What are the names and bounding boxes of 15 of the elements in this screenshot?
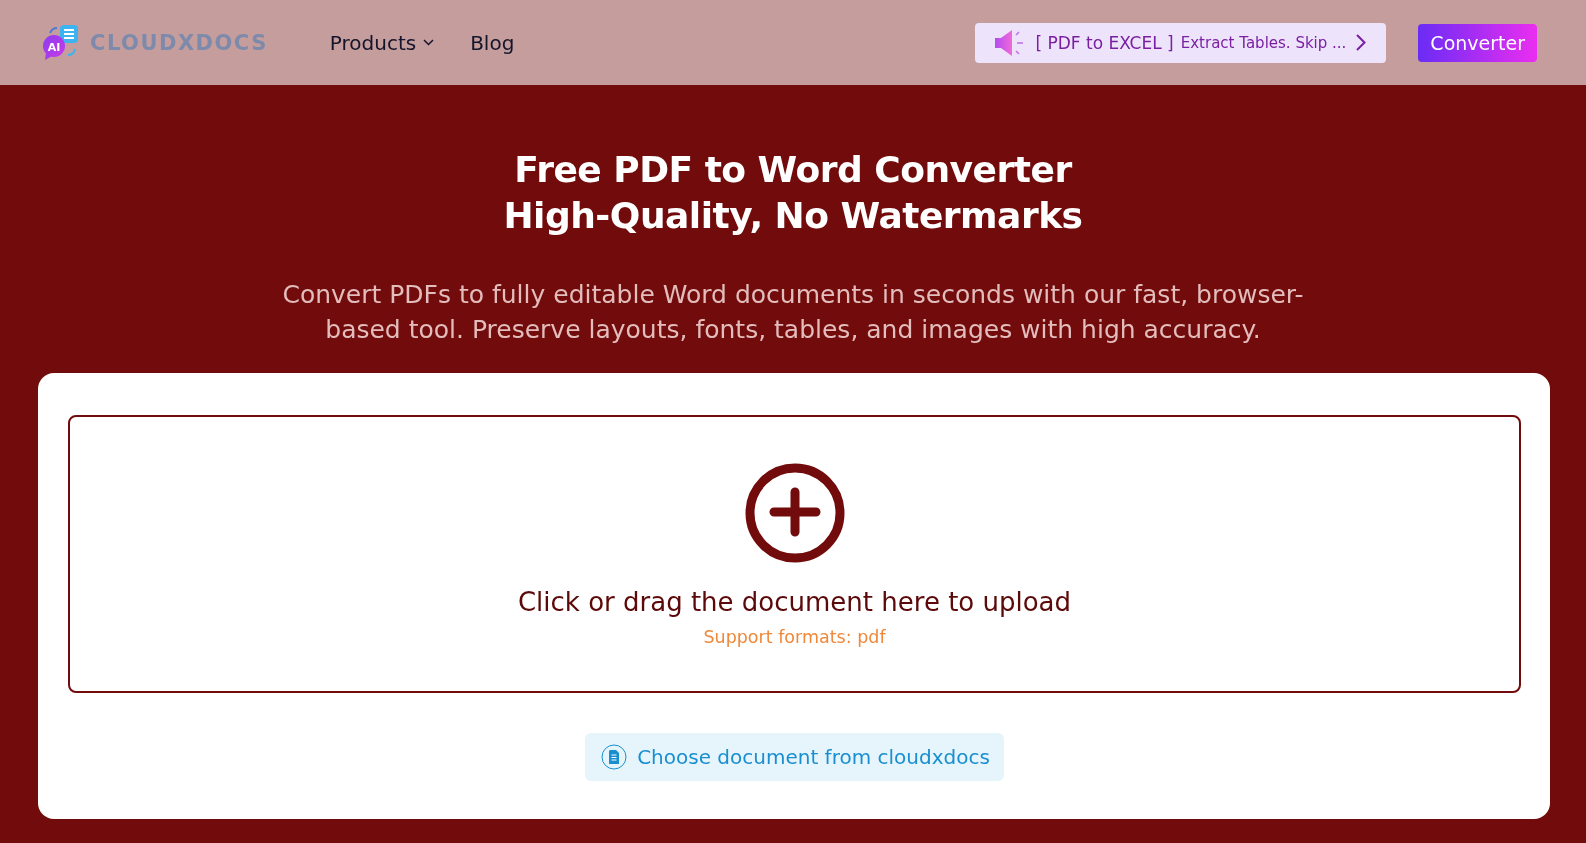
nav-link[interactable]: Blog xyxy=(470,30,515,55)
supported-formats: Support formats: pdf xyxy=(703,627,886,647)
chevron-right-icon xyxy=(1356,34,1367,51)
announcement-tag: [ PDF to EXCEL ] xyxy=(1035,32,1174,53)
upload-dropzone[interactable]: Click or drag the document here to upload Support formats: pdf xyxy=(68,415,1521,693)
nav-link[interactable]: Products xyxy=(329,30,435,55)
announcement-text: Extract Tables. Skip ... xyxy=(1180,33,1347,52)
speaker-icon xyxy=(995,28,1026,57)
add-circle-icon[interactable] xyxy=(744,463,845,563)
page-title: Free PDF to Word Converter High-Quality, No Watermarks xyxy=(503,148,1083,238)
converter-button[interactable]: Converter xyxy=(1418,23,1537,62)
document-icon xyxy=(601,744,628,770)
upload-prompt: Click or drag the document here to upload xyxy=(517,587,1072,617)
announcement-banner[interactable]: [ PDF to EXCEL ] Extract Tables. Skip ... xyxy=(975,22,1387,63)
page-subtitle: Convert PDFs to fully editable Word documents in seconds with our fast, browser-based tool. Preserve layouts, fonts, tables, and images with high accuracy. xyxy=(281,279,1305,346)
